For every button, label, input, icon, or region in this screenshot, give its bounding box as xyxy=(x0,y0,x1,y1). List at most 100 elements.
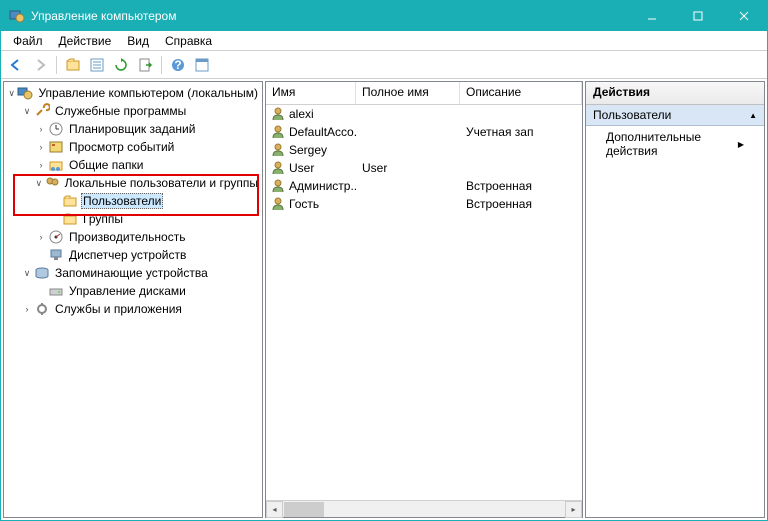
tree-diskmgmt[interactable]: Управление дисками xyxy=(6,282,260,300)
tree-localusers[interactable]: ∨ Локальные пользователи и группы xyxy=(6,174,260,192)
tree-eventviewer[interactable]: › Просмотр событий xyxy=(6,138,260,156)
window-title: Управление компьютером xyxy=(31,9,629,23)
clock-icon xyxy=(48,121,64,137)
cell-name: DefaultAcco... xyxy=(289,125,356,139)
list-row[interactable]: Sergey xyxy=(266,141,582,159)
devmgr-icon xyxy=(48,247,64,263)
menu-help[interactable]: Справка xyxy=(157,32,220,50)
minimize-button[interactable] xyxy=(629,1,675,31)
tree-label: Группы xyxy=(81,211,125,227)
tree-shared[interactable]: › Общие папки xyxy=(6,156,260,174)
up-button[interactable] xyxy=(62,54,84,76)
maximize-button[interactable] xyxy=(675,1,721,31)
more-actions-label: Дополнительные действия xyxy=(606,130,738,158)
cell-name: User xyxy=(289,161,314,175)
tree-label: Управление компьютером (локальным) xyxy=(36,85,260,101)
more-actions[interactable]: Дополнительные действия ▶ xyxy=(586,126,764,162)
content-area: ∨ Управление компьютером (локальным) ∨ С… xyxy=(1,79,767,520)
cell-name: Администр... xyxy=(289,179,356,193)
list-body[interactable]: alexi DefaultAcco... Учетная зап Sergey User… xyxy=(266,105,582,500)
forward-button[interactable] xyxy=(29,54,51,76)
app-icon xyxy=(9,8,25,24)
menu-file[interactable]: Файл xyxy=(5,32,51,50)
tree-system-tools[interactable]: ∨ Служебные программы xyxy=(6,102,260,120)
expander-icon[interactable]: ∨ xyxy=(34,178,44,189)
tree-storage[interactable]: ∨ Запоминающие устройства xyxy=(6,264,260,282)
export-button[interactable] xyxy=(134,54,156,76)
folder-icon xyxy=(62,211,78,227)
expander-icon[interactable]: › xyxy=(20,304,34,314)
users-groups-icon xyxy=(44,175,60,191)
horizontal-scrollbar[interactable]: ◂ ▸ xyxy=(266,500,582,517)
collapse-icon: ▲ xyxy=(749,111,757,120)
tree-label: Общие папки xyxy=(67,157,145,173)
expander-icon[interactable]: › xyxy=(34,124,48,134)
list-row[interactable]: DefaultAcco... Учетная зап xyxy=(266,123,582,141)
scroll-left-button[interactable]: ◂ xyxy=(266,501,283,518)
refresh-button[interactable] xyxy=(110,54,132,76)
close-button[interactable] xyxy=(721,1,767,31)
event-icon xyxy=(48,139,64,155)
tree-label: Планировщик заданий xyxy=(67,121,197,137)
menubar: Файл Действие Вид Справка xyxy=(1,31,767,51)
tree-label: Служебные программы xyxy=(53,103,188,119)
menu-view[interactable]: Вид xyxy=(119,32,157,50)
expander-icon[interactable]: ∨ xyxy=(20,268,34,279)
tree-label: Локальные пользователи и группы xyxy=(63,175,260,191)
computer-mgmt-icon xyxy=(17,85,33,101)
user-icon xyxy=(270,106,286,122)
actions-pane: Действия Пользователи ▲ Дополнительные д… xyxy=(585,81,765,518)
back-button[interactable] xyxy=(5,54,27,76)
tree-groups[interactable]: Группы xyxy=(6,210,260,228)
col-name[interactable]: Имя xyxy=(266,82,356,104)
list-row[interactable]: User User xyxy=(266,159,582,177)
svg-text:?: ? xyxy=(174,58,181,72)
actions-section[interactable]: Пользователи ▲ xyxy=(586,105,764,126)
toolbar-separator xyxy=(161,56,162,74)
expander-icon[interactable]: › xyxy=(34,142,48,152)
cell-desc: Учетная зап xyxy=(460,125,582,139)
user-icon xyxy=(270,196,286,212)
cell-desc: Встроенная xyxy=(460,197,582,211)
user-icon xyxy=(270,142,286,158)
actions-title: Действия xyxy=(586,82,764,105)
list-row[interactable]: alexi xyxy=(266,105,582,123)
list-row[interactable]: ГостьВстроенная xyxy=(266,195,582,213)
tree-scheduler[interactable]: › Планировщик заданий xyxy=(6,120,260,138)
cell-name: Sergey xyxy=(289,143,327,157)
tree-users[interactable]: Пользователи xyxy=(6,192,260,210)
scroll-thumb[interactable] xyxy=(284,502,324,517)
expander-icon[interactable]: › xyxy=(34,232,48,242)
scroll-track[interactable] xyxy=(283,501,565,517)
cell-fullname: User xyxy=(356,161,460,175)
list-row[interactable]: Администр...Встроенная xyxy=(266,177,582,195)
help-button[interactable]: ? xyxy=(167,54,189,76)
tree-label: Управление дисками xyxy=(67,283,188,299)
expander-icon[interactable]: ∨ xyxy=(6,88,17,99)
tree-services[interactable]: › Службы и приложения xyxy=(6,300,260,318)
view-options-button[interactable] xyxy=(191,54,213,76)
disk-icon xyxy=(48,283,64,299)
toolbar-separator xyxy=(56,56,57,74)
storage-icon xyxy=(34,265,50,281)
menu-action[interactable]: Действие xyxy=(51,32,120,50)
services-icon xyxy=(34,301,50,317)
tree-pane[interactable]: ∨ Управление компьютером (локальным) ∨ С… xyxy=(3,81,263,518)
scroll-right-button[interactable]: ▸ xyxy=(565,501,582,518)
user-icon xyxy=(270,124,286,140)
tree-performance[interactable]: › Производительность xyxy=(6,228,260,246)
tree-label: Запоминающие устройства xyxy=(53,265,210,281)
tree-root[interactable]: ∨ Управление компьютером (локальным) xyxy=(6,84,260,102)
properties-button[interactable] xyxy=(86,54,108,76)
list-header: Имя Полное имя Описание xyxy=(266,82,582,105)
shared-folder-icon xyxy=(48,157,64,173)
list-pane: Имя Полное имя Описание alexiDefaultAcco… xyxy=(265,81,583,518)
col-desc[interactable]: Описание xyxy=(460,82,582,104)
window-controls xyxy=(629,1,767,31)
col-fullname[interactable]: Полное имя xyxy=(356,82,460,104)
tree-label: Пользователи xyxy=(81,193,163,209)
tree-devmgr[interactable]: Диспетчер устройств xyxy=(6,246,260,264)
expander-icon[interactable]: ∨ xyxy=(20,106,34,117)
tree-label: Производительность xyxy=(67,229,187,245)
expander-icon[interactable]: › xyxy=(34,160,48,170)
